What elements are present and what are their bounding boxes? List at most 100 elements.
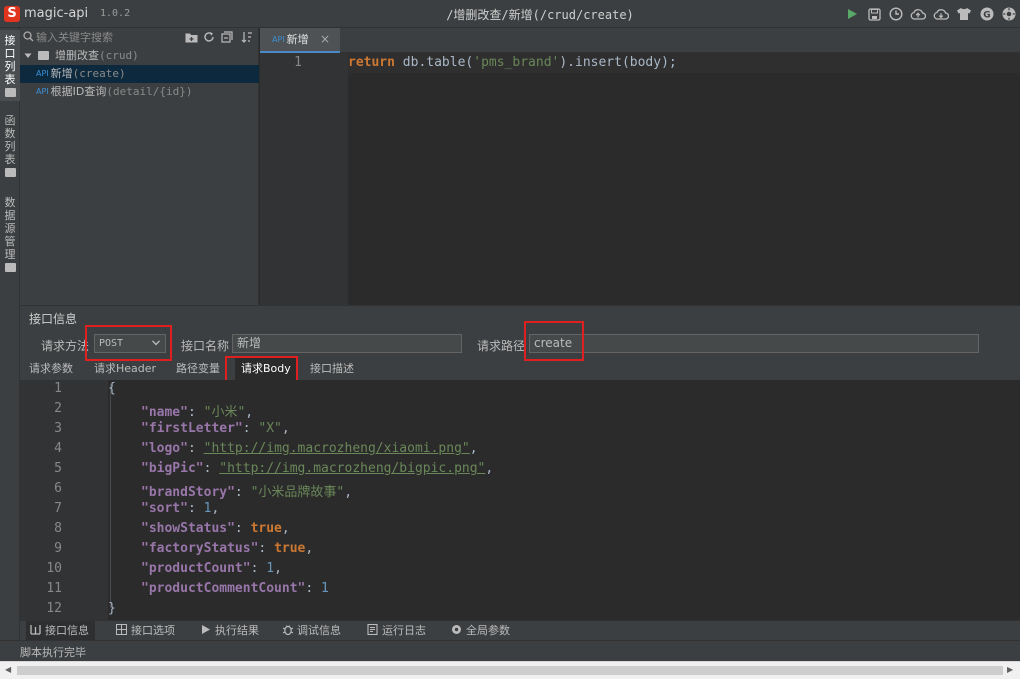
json-comma: , [211,501,220,516]
json-line: "name": "小米", [141,405,254,420]
close-icon[interactable]: × [320,28,330,51]
json-line: "productCommentCount": 1 [141,581,329,596]
json-comma: , [305,541,314,556]
line-number: 12 [46,601,62,616]
tree-group-path: (crud) [99,49,139,62]
line-number: 1 [294,55,302,70]
side-tab-char: 列 [4,140,16,153]
run-icon[interactable] [844,6,860,22]
json-key: "firstLetter" [141,421,243,436]
line-number: 11 [46,581,62,596]
collapse-icon[interactable] [220,30,234,44]
svg-text:G: G [983,11,990,21]
tab-request-params[interactable]: 请求参数 [23,358,79,380]
side-tab-bar: 接 口 列 表 函 数 列 表 数 据 源 管 理 [0,28,20,640]
line-number: 1 [54,381,62,396]
json-key: "factoryStatus" [141,541,259,556]
request-body-editor[interactable]: 1 2 3 4 5 6 7 8 9 10 11 12 { "name": "小米… [20,380,1020,622]
tab-api-description[interactable]: 接口描述 [304,358,360,380]
code-keyword: return [348,55,395,70]
side-tab-function-list[interactable]: 函 数 列 表 [0,110,20,181]
side-tab-char: 据 [4,209,16,222]
refresh-icon[interactable] [202,30,216,44]
side-tab-api-list[interactable]: 接 口 列 表 [0,30,20,101]
panel-title: 接口信息 [29,312,78,326]
tab-run-log[interactable]: 运行日志 [363,621,432,641]
title-bar: S magic-api 1.0.2 /增删改查/新增(/crud/create)… [0,0,1020,28]
tab-api-options[interactable]: 接口选项 [112,621,181,641]
new-group-icon[interactable] [184,30,198,44]
name-input[interactable]: 新增 [232,334,462,353]
columns-icon [30,622,41,635]
editor-tab-label: 新增 [286,33,309,46]
tree-search-input[interactable] [36,29,176,45]
json-key: "showStatus" [141,521,235,536]
tab-label: 接口选项 [131,624,175,637]
json-value: "http://img.macrozheng/xiaomi.png" [203,441,470,456]
tab-request-header[interactable]: 请求Header [88,358,162,380]
script-editor[interactable]: 1 return db.table('pms_brand').insert(bo… [260,53,1020,305]
json-value: true [274,541,306,556]
horizontal-scrollbar[interactable]: ◀ ▶ [0,661,1020,679]
api-tag: API [272,35,285,44]
tree-item-create[interactable]: API 新增(create) [20,65,259,83]
github-icon[interactable]: G [979,6,995,22]
gear-icon [451,622,462,634]
line-number: 3 [54,421,62,436]
scroll-right-icon[interactable]: ▶ [1007,665,1013,674]
skin-icon[interactable] [956,6,972,22]
json-line: "showStatus": true, [141,521,290,536]
api-info-panel: 接口信息 请求方法 POST 接口名称 新增 请求路径 create 请求参数 … [20,305,1020,622]
api-tag: API [36,87,49,96]
side-tab-char: 管 [4,235,16,248]
history-icon[interactable] [888,6,904,22]
settings-icon[interactable] [1001,6,1017,22]
sort-icon[interactable] [240,30,254,44]
name-label: 接口名称 [181,339,230,353]
tab-label: 运行日志 [382,624,426,637]
folder-icon [4,263,16,272]
json-line: "logo": "http://img.macrozheng/xiaomi.pn… [141,441,478,456]
tab-label: 接口信息 [45,624,89,637]
download-icon[interactable] [933,6,949,22]
path-label: 请求路径 [477,339,526,353]
code-text: ).insert(body); [559,55,677,70]
grid-icon [116,622,127,635]
scroll-left-icon[interactable]: ◀ [5,665,11,674]
chevron-down-icon [24,47,34,65]
side-tab-char: 数 [4,196,16,209]
side-tab-datasource[interactable]: 数 据 源 管 理 [0,192,20,276]
folder-icon [4,168,16,177]
tab-global-params[interactable]: 全局参数 [447,621,516,641]
tab-api-info[interactable]: 接口信息 [26,621,95,641]
upload-icon[interactable] [910,6,926,22]
line-number: 7 [54,501,62,516]
json-value: "X" [258,421,282,436]
tab-path-variables[interactable]: 路径变量 [170,358,226,380]
tree-item-detail[interactable]: API 根据ID查询(detail/{id}) [20,83,259,101]
code-text: db.table( [394,55,474,70]
json-value: 1 [321,581,329,596]
method-label: 请求方法 [41,339,90,353]
json-key: "sort" [141,501,188,516]
side-tab-char: 源 [4,222,16,235]
path-input[interactable]: create [529,334,979,353]
play-icon [200,622,211,634]
side-tab-char: 数 [4,127,16,140]
tree-group-crud[interactable]: 增删改查(crud) [20,47,259,65]
json-key: "productCount" [141,561,251,576]
scrollbar-thumb[interactable] [17,666,1003,675]
tab-debug-info[interactable]: 调试信息 [278,621,347,641]
json-value: 1 [266,561,275,576]
json-line: "firstLetter": "X", [141,421,290,436]
tab-label: 调试信息 [297,624,341,637]
tab-run-result[interactable]: 执行结果 [196,621,265,641]
json-value: "小米品牌故事" [250,485,345,500]
tree-item-name: 新增 [50,67,73,80]
save-icon[interactable] [866,6,882,22]
side-tab-char: 表 [4,73,16,86]
side-tab-char: 列 [4,60,16,73]
search-icon [23,31,34,45]
json-open-brace: { [108,381,116,396]
editor-tab-create[interactable]: API 新增 × [260,28,340,53]
